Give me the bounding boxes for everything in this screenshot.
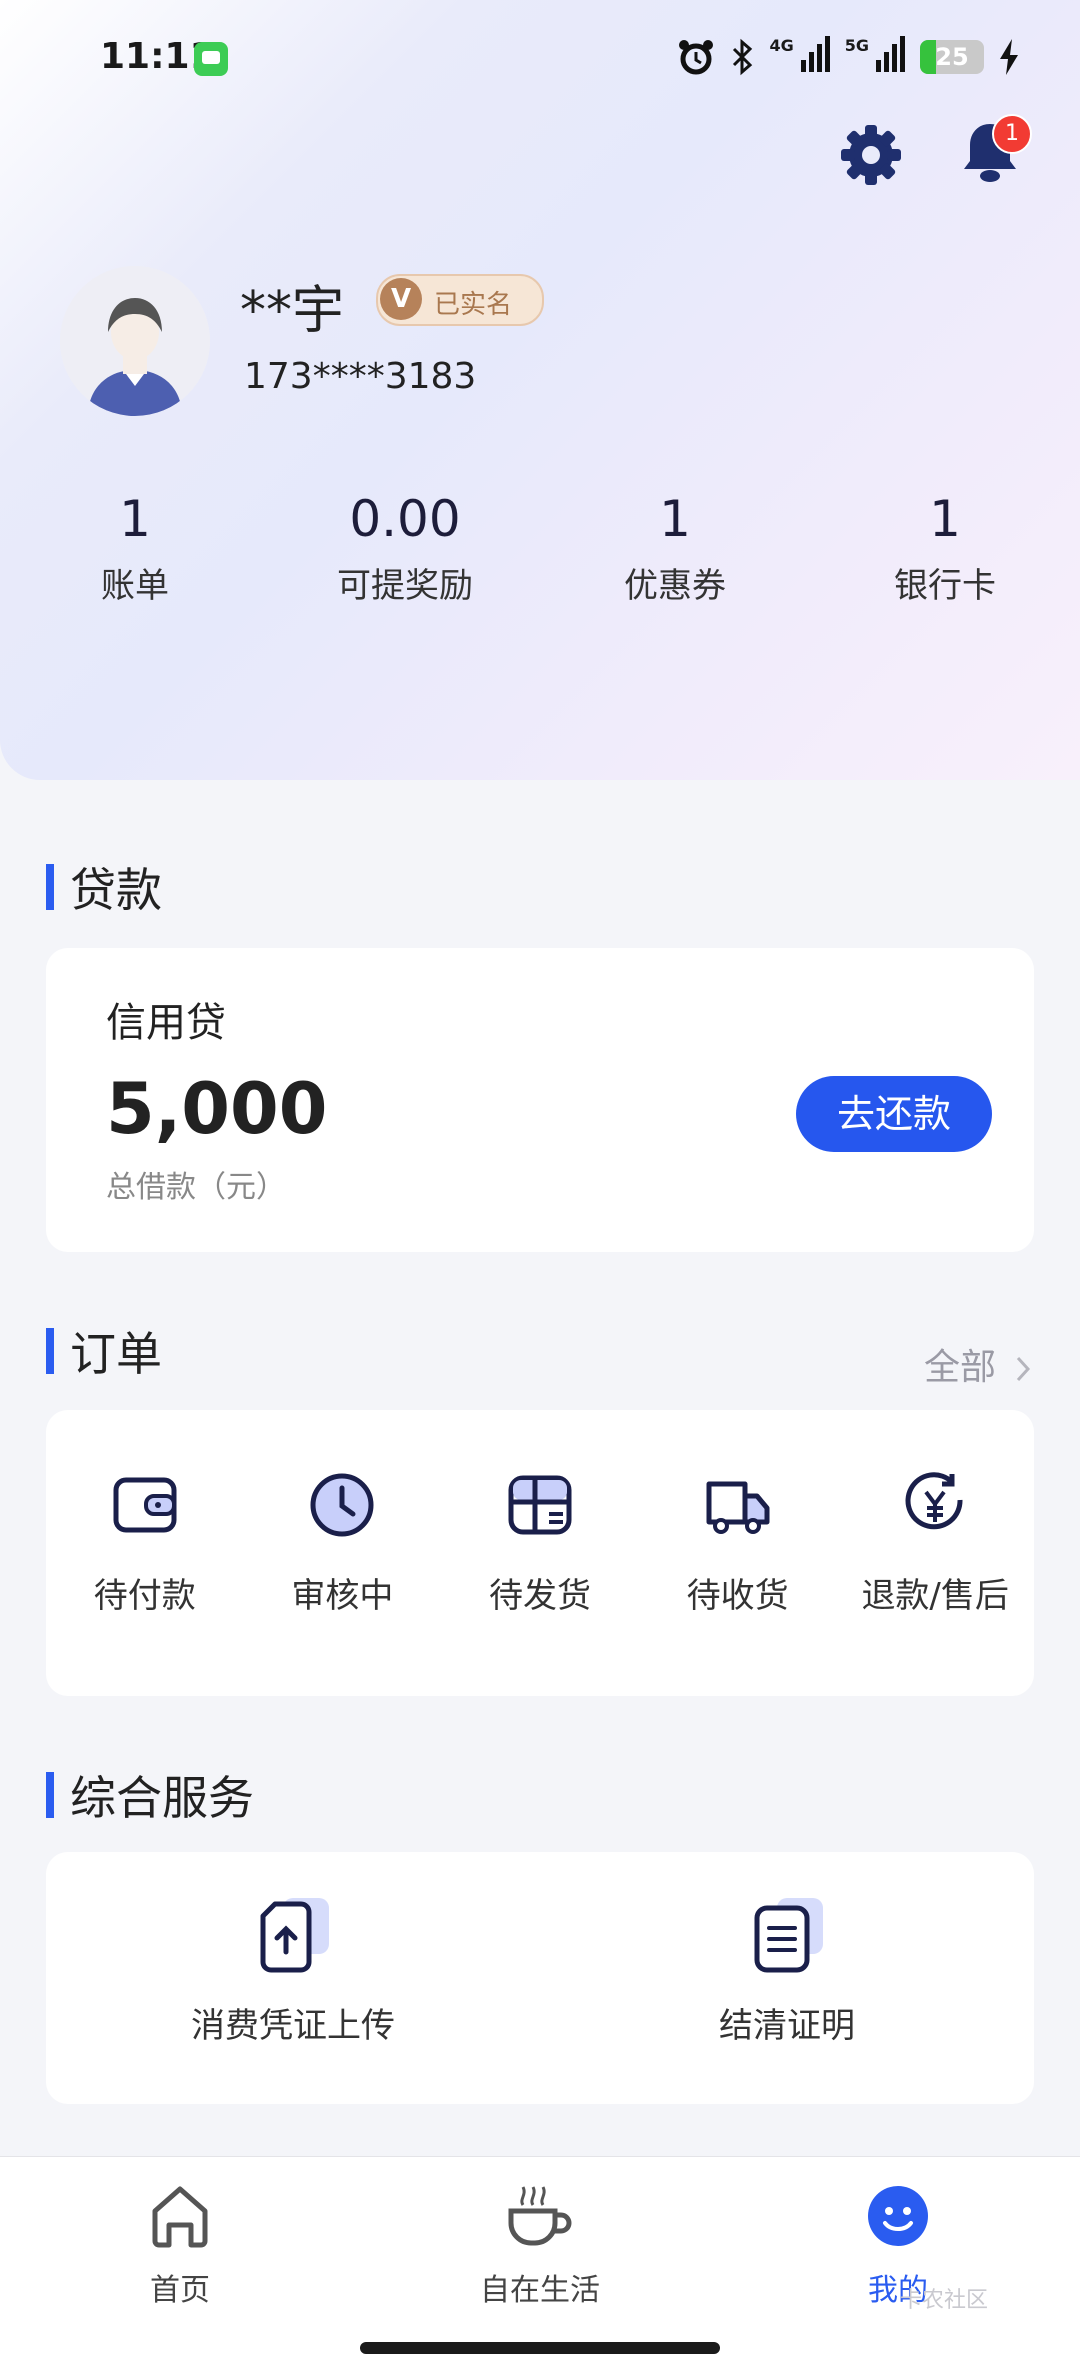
order-pending-payment[interactable]: 待付款	[46, 1410, 244, 1696]
order-label: 待收货	[686, 1576, 789, 1616]
loan-product-name: 信用贷	[106, 1000, 226, 1046]
bluetooth-icon	[730, 37, 756, 77]
repay-button[interactable]: 去还款	[796, 1076, 992, 1152]
phone-number: 173****3183	[244, 356, 477, 397]
smile-face-icon	[868, 2186, 928, 2246]
refund-icon	[905, 1472, 963, 1530]
coffee-cup-icon	[508, 2186, 572, 2246]
stats-row: 1 账单 0.00 可提奖励 1 优惠券 1 银行卡	[0, 490, 1080, 607]
avatar[interactable]	[60, 266, 210, 416]
tab-home[interactable]: 首页	[80, 2181, 280, 2309]
upload-document-icon	[260, 1898, 329, 1973]
notifications-button[interactable]: 1	[958, 114, 1032, 192]
stat-label: 可提奖励	[337, 566, 473, 606]
messages-app-icon	[194, 42, 228, 76]
stat-value: 1	[659, 490, 691, 548]
order-label: 审核中	[291, 1576, 394, 1616]
tab-label: 首页	[150, 2273, 210, 2308]
order-refund-aftersales[interactable]: 退款/售后	[836, 1410, 1034, 1696]
orders-section-title: 订单	[46, 1318, 162, 1384]
verified-v-icon: V	[380, 278, 422, 320]
certificate-document-icon	[754, 1898, 823, 1973]
chevron-right-icon	[1017, 1356, 1031, 1382]
services-card: 消费凭证上传 结清证明	[46, 1852, 1034, 2104]
user-name: **宇	[240, 281, 345, 341]
verified-badge: V 已实名	[376, 274, 544, 326]
wallet-icon	[113, 1477, 177, 1533]
status-bar: 11:11 4G 5G 25	[0, 36, 1080, 86]
order-awaiting-shipment[interactable]: 待发货	[441, 1410, 639, 1696]
package-icon	[508, 1475, 572, 1535]
stat-rewards[interactable]: 0.00 可提奖励	[270, 490, 540, 607]
service-label: 结清证明	[719, 2006, 855, 2046]
signal-5g-icon: 5G	[845, 36, 906, 77]
stat-value: 1	[119, 490, 151, 548]
stat-label: 优惠券	[624, 566, 726, 606]
orders-view-all-link[interactable]: 全部	[924, 1338, 1033, 1390]
service-settlement-certificate[interactable]: 结清证明	[540, 1852, 1034, 2104]
loan-section-title: 贷款	[46, 854, 162, 920]
service-upload-receipt[interactable]: 消费凭证上传	[46, 1852, 540, 2104]
watermark: 卡农社区	[900, 2288, 989, 2313]
stat-value: 1	[929, 490, 961, 548]
tab-life[interactable]: 自在生活	[440, 2181, 640, 2309]
order-label: 待付款	[93, 1576, 196, 1616]
verified-label: 已实名	[434, 290, 513, 320]
home-indicator[interactable]	[360, 2342, 720, 2354]
loan-card[interactable]: 信用贷 5,000 总借款（元） 去还款	[46, 948, 1034, 1252]
gear-icon	[841, 125, 901, 185]
orders-card: 待付款 审核中 待发货 待收货 退款/售后	[46, 1410, 1034, 1696]
charging-icon	[998, 37, 1020, 77]
tab-label: 自在生活	[480, 2273, 600, 2308]
battery-icon: 25	[920, 39, 984, 74]
order-awaiting-receipt[interactable]: 待收货	[639, 1410, 837, 1696]
settings-button[interactable]	[836, 120, 906, 190]
home-icon	[152, 2186, 208, 2248]
loan-amount-label: 总借款（元）	[106, 1170, 286, 1205]
order-label: 待发货	[488, 1576, 591, 1616]
stat-label: 账单	[101, 566, 169, 606]
stat-bank-cards[interactable]: 1 银行卡	[810, 490, 1080, 607]
loan-amount: 5,000	[106, 1068, 328, 1150]
alarm-icon	[676, 37, 716, 77]
order-under-review[interactable]: 审核中	[244, 1410, 442, 1696]
view-all-label: 全部	[924, 1347, 997, 1388]
stat-value: 0.00	[349, 490, 461, 548]
signal-4g-icon: 4G	[770, 36, 831, 77]
stat-bills[interactable]: 1 账单	[0, 490, 270, 607]
notification-badge: 1	[992, 114, 1032, 154]
stat-label: 银行卡	[894, 566, 996, 606]
clock-icon	[310, 1473, 374, 1537]
stat-coupons[interactable]: 1 优惠券	[540, 490, 810, 607]
truck-icon	[706, 1481, 770, 1534]
order-label: 退款/售后	[861, 1576, 1009, 1616]
services-section-title: 综合服务	[46, 1762, 254, 1828]
service-label: 消费凭证上传	[191, 2006, 395, 2046]
